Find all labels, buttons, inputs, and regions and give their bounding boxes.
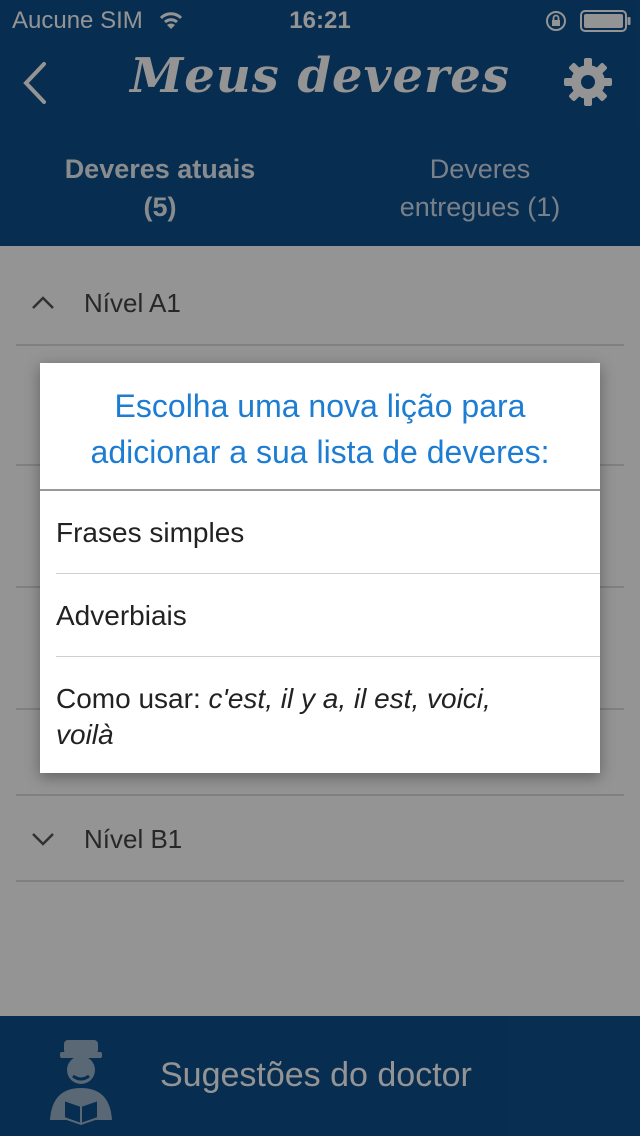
option-separator bbox=[56, 573, 600, 574]
option-separator bbox=[56, 656, 600, 657]
option-label-italic: voilà bbox=[56, 719, 114, 750]
screen: Aucune SIM 16:21 Meus deveres Deveres at… bbox=[0, 0, 640, 1136]
dialog-title-line-1: Escolha uma nova lição para bbox=[114, 388, 526, 424]
dialog-title-line-2: adicionar a sua lista de deveres: bbox=[90, 434, 550, 470]
lesson-option-adverbiais[interactable]: Adverbiais bbox=[56, 598, 600, 634]
option-label-italic: c'est, il y a, il est, voici, bbox=[208, 683, 491, 714]
option-label: Como usar: bbox=[56, 683, 209, 714]
dialog-title: Escolha uma nova lição para adicionar a … bbox=[40, 383, 600, 475]
dialog-divider bbox=[40, 489, 600, 491]
lesson-option-como-usar[interactable]: Como usar: c'est, il y a, il est, voici,… bbox=[56, 681, 600, 753]
choose-lesson-dialog: Escolha uma nova lição para adicionar a … bbox=[40, 363, 600, 773]
lesson-option-frases-simples[interactable]: Frases simples bbox=[56, 515, 600, 551]
option-label: Frases simples bbox=[56, 517, 245, 548]
option-label: Adverbiais bbox=[56, 600, 187, 631]
